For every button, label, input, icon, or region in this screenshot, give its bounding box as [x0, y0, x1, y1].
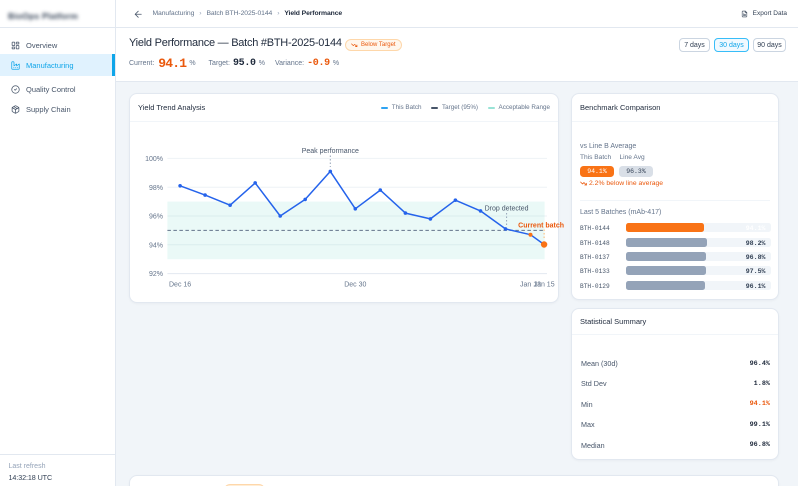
svg-text:94%: 94% — [149, 242, 163, 249]
svg-text:Peak performance: Peak performance — [302, 148, 359, 155]
svg-text:92%: 92% — [149, 271, 163, 278]
svg-text:Dec 16: Dec 16 — [169, 282, 191, 289]
svg-text:Dec 30: Dec 30 — [344, 282, 366, 289]
svg-text:98%: 98% — [149, 185, 163, 192]
svg-text:96%: 96% — [149, 214, 163, 221]
svg-text:Current batch: Current batch — [518, 223, 564, 230]
svg-text:Jan 15: Jan 15 — [534, 282, 555, 289]
svg-text:Drop detected: Drop detected — [485, 206, 529, 213]
svg-text:100%: 100% — [145, 156, 163, 163]
